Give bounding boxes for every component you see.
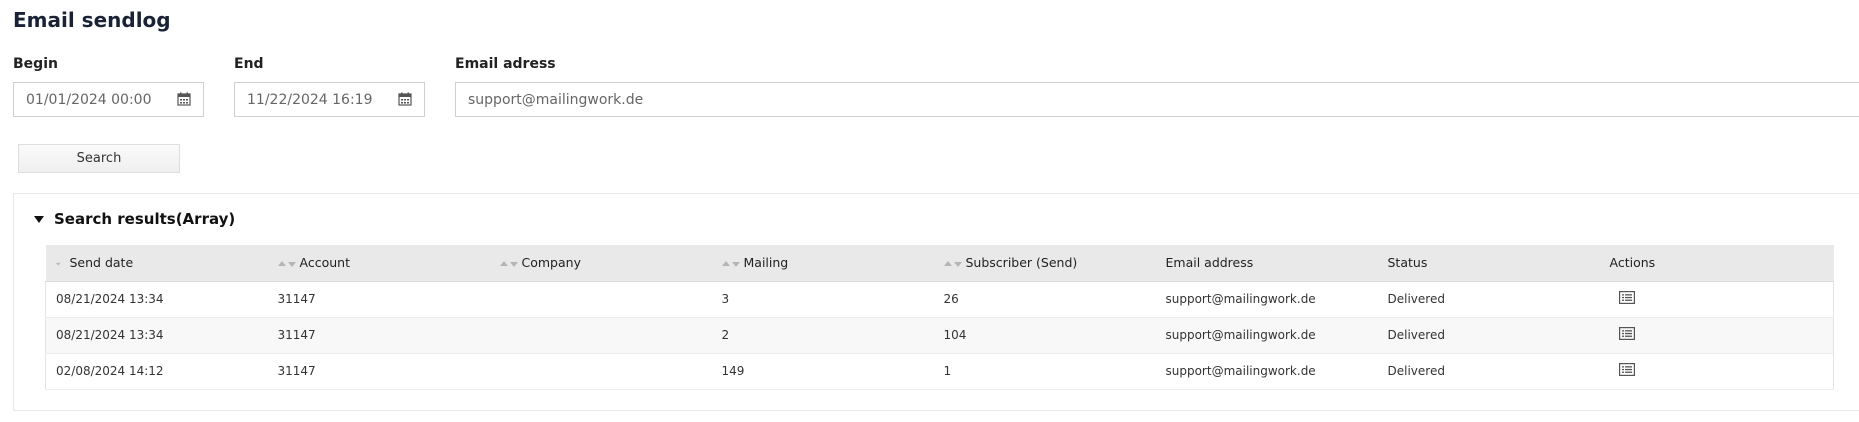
cell-subscriber: 26 (933, 281, 1156, 318)
column-header-status: Status (1377, 245, 1600, 282)
caret-down-icon[interactable] (34, 216, 44, 223)
column-header-subscriber[interactable]: Subscriber (Send) (933, 245, 1156, 282)
search-results-panel: Search results(Array) Send date Account … (13, 193, 1859, 411)
cell-actions (1599, 281, 1834, 318)
cell-send-date: 08/21/2024 13:34 (45, 281, 268, 318)
cell-email: support@mailingwork.de (1155, 353, 1378, 390)
cell-account: 31147 (267, 353, 490, 390)
begin-date-field[interactable] (13, 82, 204, 117)
cell-company (489, 317, 712, 354)
table-row: 02/08/2024 14:12 31147 149 1 support@mai… (45, 353, 1834, 390)
column-header-account[interactable]: Account (267, 245, 490, 282)
cell-actions (1599, 317, 1834, 354)
begin-label: Begin (13, 56, 58, 72)
table-row: 08/21/2024 13:34 31147 3 26 support@mail… (45, 281, 1834, 318)
column-label: Send date (69, 255, 134, 271)
cell-account: 31147 (267, 317, 490, 354)
sort-icon[interactable] (277, 260, 296, 268)
cell-mailing: 2 (711, 317, 934, 354)
end-date-input[interactable] (235, 83, 397, 116)
cell-email: support@mailingwork.de (1155, 317, 1378, 354)
table-row: 08/21/2024 13:34 31147 2 104 support@mai… (45, 317, 1834, 354)
search-results-toggle[interactable]: Search results(Array) (34, 210, 235, 228)
search-button[interactable]: Search (18, 144, 180, 173)
column-header-actions: Actions (1599, 245, 1834, 282)
calendar-icon[interactable] (177, 92, 191, 106)
begin-date-input[interactable] (14, 83, 176, 116)
email-input[interactable] (456, 83, 1848, 116)
cell-subscriber: 1 (933, 353, 1156, 390)
cell-account: 31147 (267, 281, 490, 318)
page-title: Email sendlog (13, 8, 171, 32)
sort-desc-icon[interactable] (55, 260, 66, 268)
cell-mailing: 3 (711, 281, 934, 318)
cell-mailing: 149 (711, 353, 934, 390)
cell-company (489, 281, 712, 318)
column-label: Subscriber (Send) (965, 255, 1078, 271)
column-header-mailing[interactable]: Mailing (711, 245, 934, 282)
column-header-send-date[interactable]: Send date (45, 245, 268, 282)
cell-company (489, 353, 712, 390)
cell-email: support@mailingwork.de (1155, 281, 1378, 318)
column-header-company[interactable]: Company (489, 245, 712, 282)
column-label: Mailing (743, 255, 789, 271)
cell-status: Delivered (1377, 317, 1600, 354)
results-table: Send date Account Company Mailing Subscr… (45, 245, 1834, 390)
details-list-icon[interactable] (1618, 327, 1635, 340)
search-results-title: Search results(Array) (54, 210, 236, 228)
end-label: End (234, 56, 264, 72)
cell-status: Delivered (1377, 281, 1600, 318)
email-field[interactable] (455, 82, 1859, 117)
email-label: Email adress (455, 56, 556, 72)
details-list-icon[interactable] (1618, 291, 1635, 304)
details-list-icon[interactable] (1618, 363, 1635, 376)
cell-send-date: 02/08/2024 14:12 (45, 353, 268, 390)
column-header-email: Email address (1155, 245, 1378, 282)
sort-icon[interactable] (721, 260, 740, 268)
sort-icon[interactable] (943, 260, 962, 268)
calendar-icon[interactable] (398, 92, 412, 106)
column-label: Company (521, 255, 581, 271)
cell-status: Delivered (1377, 353, 1600, 390)
column-label: Account (299, 255, 350, 271)
end-date-field[interactable] (234, 82, 425, 117)
page: Email sendlog Begin End (0, 0, 1859, 422)
table-header-row: Send date Account Company Mailing Subscr… (45, 245, 1834, 282)
cell-send-date: 08/21/2024 13:34 (45, 317, 268, 354)
sort-icon[interactable] (499, 260, 518, 268)
cell-subscriber: 104 (933, 317, 1156, 354)
cell-actions (1599, 353, 1834, 390)
